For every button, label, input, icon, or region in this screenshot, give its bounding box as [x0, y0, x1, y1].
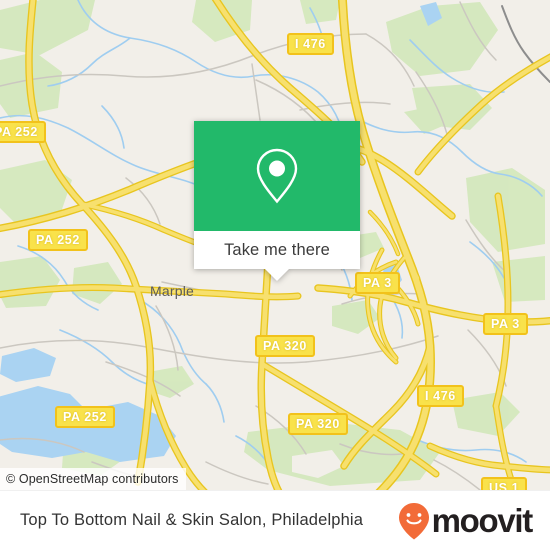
road-shield: PA 3	[355, 272, 400, 294]
poi-title: Top To Bottom Nail & Skin Salon, Philade…	[20, 511, 364, 529]
moovit-logo[interactable]: moovit	[398, 502, 534, 540]
road-shield: PA 320	[255, 335, 315, 357]
road-shield: PA 252	[55, 406, 115, 428]
moovit-pin-icon	[398, 502, 430, 540]
popup-image-area	[194, 121, 360, 231]
map-pin-icon	[194, 121, 360, 231]
bottom-bar: Top To Bottom Nail & Skin Salon, Philade…	[0, 490, 550, 550]
road-shield: PA 252	[0, 121, 46, 143]
place-label-marple: Marple	[150, 283, 194, 299]
moovit-map-screen: Marple I 476 PA 252 PA 252 PA 252 PA 3 P…	[0, 0, 550, 550]
take-me-there-label: Take me there	[224, 240, 330, 259]
map-attribution[interactable]: © OpenStreetMap contributors	[0, 468, 186, 490]
road-shield: PA 252	[28, 229, 88, 251]
road-shield: US 1	[481, 477, 528, 490]
road-shield: I 476	[287, 33, 334, 55]
road-shield: PA 320	[288, 413, 348, 435]
location-popup[interactable]: Take me there	[194, 121, 360, 281]
take-me-there-button[interactable]: Take me there	[194, 231, 360, 281]
road-shield: PA 3	[483, 313, 528, 335]
road-shield: I 476	[417, 385, 464, 407]
moovit-wordmark: moovit	[431, 502, 534, 539]
popup-tail	[264, 268, 290, 281]
